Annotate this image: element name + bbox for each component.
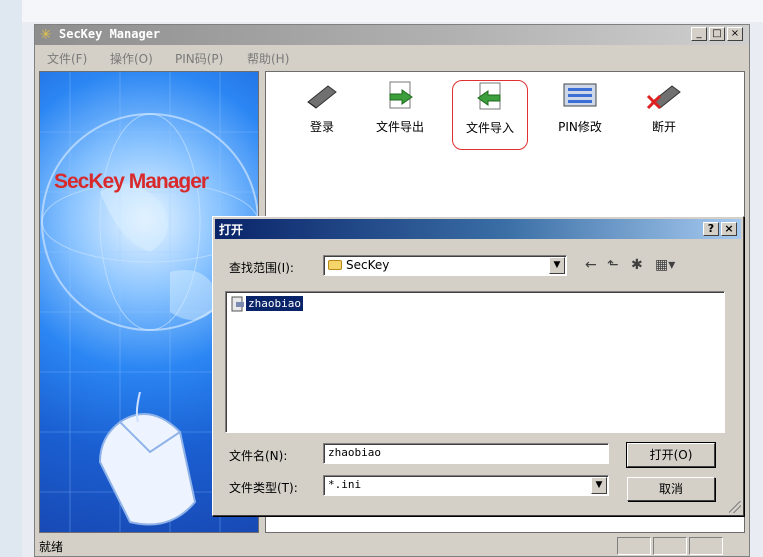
view-menu-icon[interactable]: ▦▾ bbox=[655, 257, 675, 273]
file-export-button[interactable]: 文件导出 bbox=[362, 80, 438, 150]
background-top-strip bbox=[22, 0, 763, 22]
status-text: 就绪 bbox=[39, 540, 64, 554]
close-button[interactable]: × bbox=[727, 27, 743, 41]
folder-icon bbox=[328, 260, 342, 270]
splash-logo: SecKey Manager bbox=[54, 170, 209, 193]
dialog-titlebar[interactable]: 打开 ? × bbox=[215, 219, 741, 239]
file-export-label: 文件导出 bbox=[375, 120, 424, 134]
dialog-close-button[interactable]: × bbox=[721, 222, 737, 236]
look-in-label: 查找范围(I): bbox=[229, 261, 294, 275]
open-file-dialog: 打开 ? × 查找范围(I): SecKey ▼ ← ⬑ ✱ ▦▾ zhaobi… bbox=[212, 216, 744, 516]
menu-operation[interactable]: 操作(O) bbox=[110, 50, 153, 67]
help-button[interactable]: ? bbox=[703, 222, 719, 236]
new-folder-icon[interactable]: ✱ bbox=[631, 257, 643, 273]
open-button[interactable]: 打开(O) bbox=[626, 442, 716, 468]
file-name: zhaobiao bbox=[246, 296, 303, 311]
pin-keyboard-icon bbox=[563, 83, 597, 107]
chevron-down-icon[interactable]: ▼ bbox=[549, 257, 565, 274]
file-type-value: *.ini bbox=[328, 478, 362, 491]
file-list[interactable]: zhaobiao bbox=[225, 291, 725, 433]
cancel-button[interactable]: 取消 bbox=[627, 477, 715, 501]
menu-pin[interactable]: PIN码(P) bbox=[175, 50, 223, 67]
window-title: SecKey Manager bbox=[59, 27, 161, 41]
look-in-text: SecKey bbox=[346, 258, 390, 272]
minimize-button[interactable]: _ bbox=[691, 27, 707, 41]
file-type-label: 文件类型(T): bbox=[229, 481, 298, 495]
look-in-value: SecKey bbox=[328, 258, 389, 272]
usb-key-disconnect-icon bbox=[646, 85, 681, 110]
dialog-title: 打开 bbox=[219, 223, 244, 237]
look-in-combo[interactable]: SecKey ▼ bbox=[323, 255, 567, 276]
back-icon[interactable]: ← bbox=[585, 257, 597, 273]
maximize-button[interactable]: □ bbox=[709, 27, 725, 41]
main-titlebar[interactable]: ✳ SecKey Manager _ □ × bbox=[35, 25, 749, 45]
background-left-strip bbox=[0, 0, 22, 557]
chevron-down-icon[interactable]: ▼ bbox=[591, 477, 607, 494]
file-import-button[interactable]: 文件导入 bbox=[452, 80, 528, 150]
file-name-label: 文件名(N): bbox=[229, 449, 288, 463]
pin-change-label: PIN修改 bbox=[558, 120, 602, 134]
login-button[interactable]: 登录 bbox=[284, 80, 360, 150]
file-import-label: 文件导入 bbox=[465, 121, 514, 135]
menubar: 文件(F) 操作(O) PIN码(P) 帮助(H) bbox=[35, 47, 749, 67]
app-icon: ✳ bbox=[40, 27, 52, 43]
mouse-graphic bbox=[98, 392, 197, 526]
disconnect-label: 断开 bbox=[651, 120, 676, 134]
disconnect-button[interactable]: 断开 bbox=[626, 80, 702, 150]
menu-help[interactable]: 帮助(H) bbox=[247, 50, 289, 67]
status-cell bbox=[653, 537, 687, 555]
file-name-field[interactable]: zhaobiao bbox=[323, 443, 609, 464]
login-label: 登录 bbox=[309, 120, 334, 134]
statusbar: 就绪 bbox=[35, 535, 749, 557]
up-folder-icon[interactable]: ⬑ bbox=[607, 257, 619, 273]
menu-file[interactable]: 文件(F) bbox=[47, 50, 87, 67]
file-icon bbox=[231, 296, 244, 312]
status-cell bbox=[617, 537, 651, 555]
resize-grip[interactable] bbox=[729, 501, 741, 513]
file-export-icon bbox=[389, 81, 413, 109]
status-cell bbox=[689, 537, 723, 555]
file-type-combo[interactable]: *.ini ▼ bbox=[323, 475, 609, 496]
pin-change-button[interactable]: PIN修改 bbox=[542, 80, 618, 150]
file-import-icon bbox=[477, 82, 501, 110]
usb-key-icon bbox=[307, 85, 337, 109]
